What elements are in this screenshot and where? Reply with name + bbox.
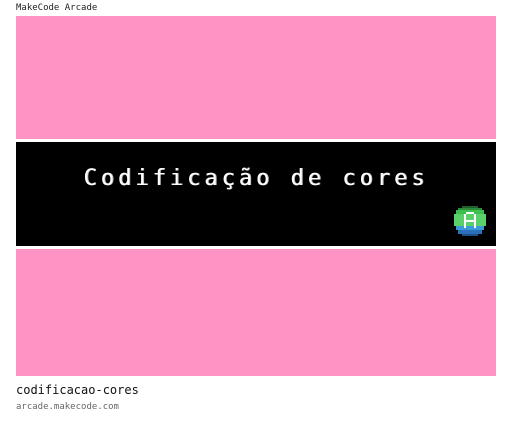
project-url: arcade.makecode.com [16, 402, 119, 412]
a-button-icon [454, 206, 486, 236]
site-name: MakeCode Arcade [16, 3, 98, 13]
banner-title: Codificação de cores [83, 166, 429, 191]
title-banner: Codificação de cores [16, 142, 496, 246]
project-title-link[interactable]: codificacao-cores [16, 383, 139, 397]
project-thumbnail[interactable]: Codificação de cores [16, 16, 496, 376]
